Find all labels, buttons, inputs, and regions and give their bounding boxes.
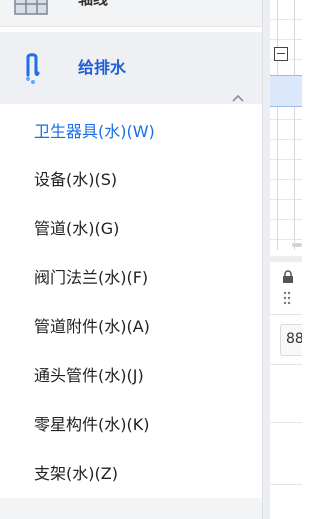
list-item-label: 阀门法兰(水)(F) xyxy=(34,268,149,287)
drag-handle-icon[interactable] xyxy=(283,290,291,310)
lock-icon[interactable] xyxy=(282,270,294,284)
property-panel: 88 xyxy=(270,0,302,519)
faucet-icon xyxy=(26,53,40,84)
list-item-label: 卫生器具(水)(W) xyxy=(34,122,155,141)
list-item-label: 设备(水)(S) xyxy=(34,170,118,189)
horizontal-scrollbar[interactable] xyxy=(292,243,302,247)
grid-divider xyxy=(277,0,278,250)
list-item-label: 管道(水)(G) xyxy=(34,219,120,238)
divider xyxy=(270,484,302,485)
grid-icon xyxy=(14,0,48,15)
group-label-axis: 轴线 xyxy=(78,0,108,10)
list-item-sanitary-fixtures[interactable]: 卫生器具(水)(W) xyxy=(0,108,262,156)
list-item-pipe[interactable]: 管道(水)(G) xyxy=(0,205,262,253)
next-group-header[interactable] xyxy=(0,498,262,519)
list-item-label: 管道附件(水)(A) xyxy=(34,317,150,336)
app-window: 轴线 给排水 卫生器具(水)(W) 设备(水)(S) 管道(水)(G) xyxy=(0,0,302,519)
chevron-up-icon[interactable] xyxy=(231,93,245,103)
minus-box-icon[interactable] xyxy=(274,47,288,61)
property-grid xyxy=(270,0,302,250)
divider xyxy=(270,364,302,365)
selected-row[interactable] xyxy=(270,75,302,107)
grid-divider xyxy=(294,0,295,250)
list-item-valve-flange[interactable]: 阀门法兰(水)(F) xyxy=(0,254,262,302)
group-header-plumbing[interactable]: 给排水 xyxy=(0,32,262,104)
component-tree-panel: 轴线 给排水 卫生器具(水)(W) 设备(水)(S) 管道(水)(G) xyxy=(0,0,262,519)
partial-button[interactable]: 88 xyxy=(280,324,302,356)
divider xyxy=(270,422,302,423)
list-item-equipment[interactable]: 设备(水)(S) xyxy=(0,156,262,204)
list-item-label: 通头管件(水)(J) xyxy=(34,366,144,385)
partial-button-text: 88 xyxy=(286,331,302,347)
list-item-misc-component[interactable]: 零星构件(水)(K) xyxy=(0,401,262,449)
list-item-fitting[interactable]: 通头管件(水)(J) xyxy=(0,352,262,400)
list-item-pipe-accessory[interactable]: 管道附件(水)(A) xyxy=(0,303,262,351)
list-item-support[interactable]: 支架(水)(Z) xyxy=(0,450,262,498)
divider xyxy=(270,314,302,315)
group-header-axis[interactable]: 轴线 xyxy=(0,0,262,27)
list-item-label: 零星构件(水)(K) xyxy=(34,415,150,434)
list-item-label: 支架(水)(Z) xyxy=(34,464,118,483)
lower-panel: 88 xyxy=(270,262,302,519)
group-title-plumbing: 给排水 xyxy=(78,58,127,77)
